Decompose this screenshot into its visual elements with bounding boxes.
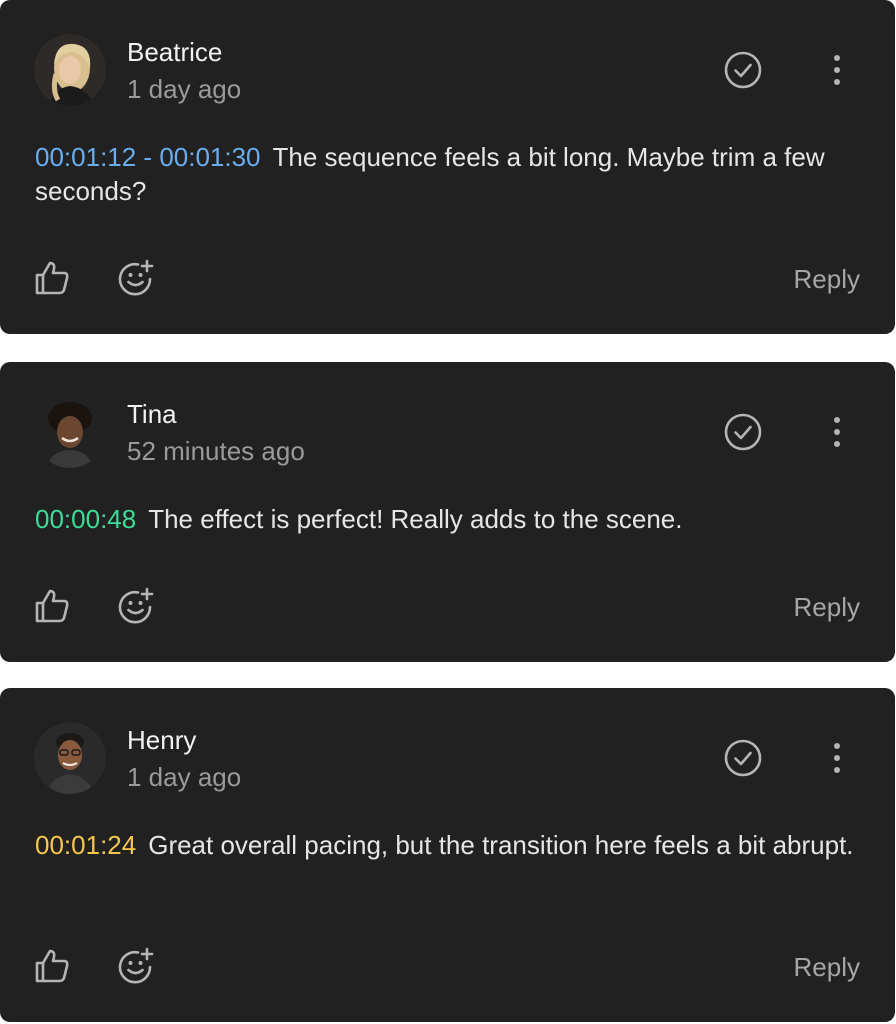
reply-button[interactable]: Reply xyxy=(794,592,860,622)
check-circle-icon[interactable] xyxy=(722,411,764,453)
comment-text: The effect is perfect! Really adds to th… xyxy=(148,504,683,534)
thumbs-up-icon[interactable] xyxy=(33,587,71,625)
comment-timestamp[interactable]: 00:01:24 xyxy=(35,830,136,860)
author-name: Beatrice xyxy=(127,37,223,67)
avatar[interactable] xyxy=(34,34,106,106)
avatar[interactable] xyxy=(34,396,106,468)
comment-body: 00:01:24 Great overall pacing, but the tr… xyxy=(35,828,865,862)
more-vertical-icon[interactable] xyxy=(822,49,852,91)
avatar[interactable] xyxy=(34,722,106,794)
comment-body: 00:00:48 The effect is perfect! Really ad… xyxy=(35,502,865,536)
check-circle-icon[interactable] xyxy=(722,49,764,91)
comment-card: Henry 1 day ago 00:01:24 Great overall pa… xyxy=(0,688,895,1022)
comment-body: 00:01:12 - 00:01:30 The sequence feels a … xyxy=(35,140,865,208)
comment-text: Great overall pacing, but the transition… xyxy=(148,830,854,860)
author-name: Henry xyxy=(127,725,197,755)
comment-card: Beatrice 1 day ago 00:01:12 - 00:01:30 Th… xyxy=(0,0,895,334)
comment-card: Tina 52 minutes ago 00:00:48 The effect i… xyxy=(0,362,895,662)
more-vertical-icon[interactable] xyxy=(822,737,852,779)
add-emoji-icon[interactable] xyxy=(117,587,155,625)
comment-time: 1 day ago xyxy=(127,762,242,792)
reply-button[interactable]: Reply xyxy=(794,264,860,294)
check-circle-icon[interactable] xyxy=(722,737,764,779)
add-emoji-icon[interactable] xyxy=(117,947,155,985)
comment-timestamp[interactable]: 00:01:12 - 00:01:30 xyxy=(35,142,261,172)
add-emoji-icon[interactable] xyxy=(117,259,155,297)
reply-button[interactable]: Reply xyxy=(794,952,860,982)
comment-time: 52 minutes ago xyxy=(127,436,305,466)
comment-timestamp[interactable]: 00:00:48 xyxy=(35,504,136,534)
thumbs-up-icon[interactable] xyxy=(33,947,71,985)
more-vertical-icon[interactable] xyxy=(822,411,852,453)
thumbs-up-icon[interactable] xyxy=(33,259,71,297)
comment-time: 1 day ago xyxy=(127,74,242,104)
author-name: Tina xyxy=(127,399,177,429)
